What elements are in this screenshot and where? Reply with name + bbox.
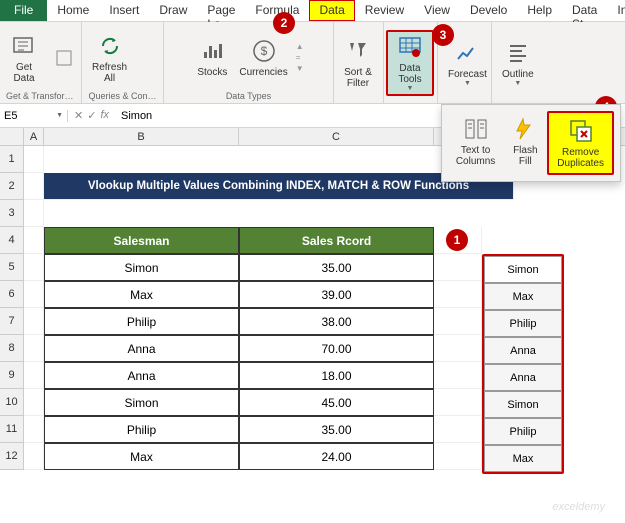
- forecast-button[interactable]: Forecast ▼: [444, 37, 491, 89]
- remove-duplicates-button[interactable]: Remove Duplicates: [547, 111, 614, 175]
- list-item[interactable]: Simon: [484, 391, 562, 418]
- stocks-button[interactable]: Stocks: [193, 35, 231, 80]
- cell-salesman[interactable]: Anna: [44, 335, 239, 362]
- cancel-icon[interactable]: ✕: [74, 109, 83, 122]
- row-header[interactable]: 1: [0, 146, 24, 173]
- badge-1: 1: [446, 229, 468, 251]
- outline-button[interactable]: Outline ▼: [498, 37, 538, 89]
- refresh-all-button[interactable]: Refresh All: [88, 30, 131, 86]
- confirm-icon[interactable]: ✓: [87, 109, 96, 122]
- tab-help[interactable]: Help: [517, 0, 562, 21]
- tab-home[interactable]: Home: [47, 0, 99, 21]
- cell-salesrecord[interactable]: 35.00: [239, 416, 434, 443]
- stocks-icon: [198, 37, 226, 65]
- text-to-columns-button[interactable]: Text to Columns: [448, 111, 503, 175]
- table-header-salesrecord[interactable]: Sales Rcord: [239, 227, 434, 254]
- list-item[interactable]: Max: [484, 445, 562, 472]
- list-item[interactable]: Anna: [484, 364, 562, 391]
- col-header-C[interactable]: C: [239, 128, 434, 145]
- refresh-icon: [96, 32, 124, 60]
- cell-salesrecord[interactable]: 38.00: [239, 308, 434, 335]
- tab-inquire[interactable]: Inquire: [607, 0, 625, 21]
- unique-list: SimonMaxPhilipAnnaAnnaSimonPhilipMax: [482, 254, 564, 474]
- outline-icon: [504, 39, 532, 67]
- flash-fill-button[interactable]: Flash Fill: [503, 111, 547, 175]
- tab-draw[interactable]: Draw: [149, 0, 197, 21]
- tab-review[interactable]: Review: [355, 0, 414, 21]
- row-header[interactable]: 10: [0, 389, 24, 416]
- cell-salesrecord[interactable]: 45.00: [239, 389, 434, 416]
- cell-salesrecord[interactable]: 18.00: [239, 362, 434, 389]
- list-item[interactable]: Simon: [484, 256, 562, 283]
- tab-view[interactable]: View: [414, 0, 460, 21]
- sort-filter-icon: [344, 37, 372, 65]
- flash-fill-icon: [511, 115, 539, 143]
- cell-salesrecord[interactable]: 24.00: [239, 443, 434, 470]
- col-header-A[interactable]: A: [24, 128, 44, 145]
- cell-salesman[interactable]: Max: [44, 281, 239, 308]
- row-header[interactable]: 3: [0, 200, 24, 227]
- row-header[interactable]: 8: [0, 335, 24, 362]
- tab-insert[interactable]: Insert: [99, 0, 149, 21]
- list-item[interactable]: Philip: [484, 310, 562, 337]
- cell-salesman[interactable]: Simon: [44, 389, 239, 416]
- watermark: exceldemy: [552, 501, 605, 513]
- cell-salesrecord[interactable]: 70.00: [239, 335, 434, 362]
- get-data-icon: [10, 32, 38, 60]
- badge-3: 3: [432, 24, 454, 46]
- list-item[interactable]: Anna: [484, 337, 562, 364]
- list-item[interactable]: Max: [484, 283, 562, 310]
- list-item[interactable]: Philip: [484, 418, 562, 445]
- chevron-down-icon: ▼: [407, 85, 414, 92]
- cell-salesman[interactable]: Simon: [44, 254, 239, 281]
- tab-data[interactable]: Data: [309, 0, 354, 21]
- cell-salesman[interactable]: Philip: [44, 308, 239, 335]
- row-header[interactable]: 2: [0, 173, 24, 200]
- data-tools-button[interactable]: Data Tools ▼: [386, 30, 434, 96]
- row-header[interactable]: 5: [0, 254, 24, 281]
- table-header-salesman[interactable]: Salesman: [44, 227, 239, 254]
- row-header[interactable]: 4: [0, 227, 24, 254]
- data-tools-dropdown: Text to Columns Flash Fill Remove Duplic…: [441, 104, 621, 182]
- cell-salesrecord[interactable]: 35.00: [239, 254, 434, 281]
- row-header[interactable]: 11: [0, 416, 24, 443]
- remove-duplicates-icon: [567, 117, 595, 145]
- tab-pagelayout[interactable]: Page La: [197, 0, 245, 21]
- sort-filter-button[interactable]: Sort & Filter: [340, 35, 376, 91]
- currencies-button[interactable]: $ Currencies: [235, 35, 291, 80]
- name-box[interactable]: E5 ▼: [0, 110, 68, 122]
- col-header-B[interactable]: B: [44, 128, 239, 145]
- cell-salesrecord[interactable]: 39.00: [239, 281, 434, 308]
- row-header[interactable]: 7: [0, 308, 24, 335]
- data-tools-icon: [396, 34, 424, 61]
- file-tab[interactable]: File: [0, 0, 47, 21]
- svg-text:$: $: [260, 44, 267, 58]
- tab-datastreamer[interactable]: Data St: [562, 0, 607, 21]
- get-data-button[interactable]: Get Data: [6, 30, 42, 86]
- row-header[interactable]: 12: [0, 443, 24, 470]
- cell-salesman[interactable]: Max: [44, 443, 239, 470]
- row-header[interactable]: 9: [0, 362, 24, 389]
- text-to-columns-icon: [462, 115, 490, 143]
- cell-salesman[interactable]: Anna: [44, 362, 239, 389]
- row-header[interactable]: 6: [0, 281, 24, 308]
- cell-salesman[interactable]: Philip: [44, 416, 239, 443]
- ribbon: Get Data Get & Transform D… Refresh All …: [0, 22, 625, 104]
- menu-bar: File Home Insert Draw Page La Formula Da…: [0, 0, 625, 22]
- from-source-icon[interactable]: [46, 42, 82, 74]
- badge-2: 2: [273, 12, 295, 34]
- select-all-corner[interactable]: [0, 128, 24, 145]
- currencies-icon: $: [250, 37, 278, 65]
- forecast-icon: [453, 39, 481, 67]
- fx-icon[interactable]: fx: [100, 109, 109, 122]
- tab-developer[interactable]: Develo: [460, 0, 517, 21]
